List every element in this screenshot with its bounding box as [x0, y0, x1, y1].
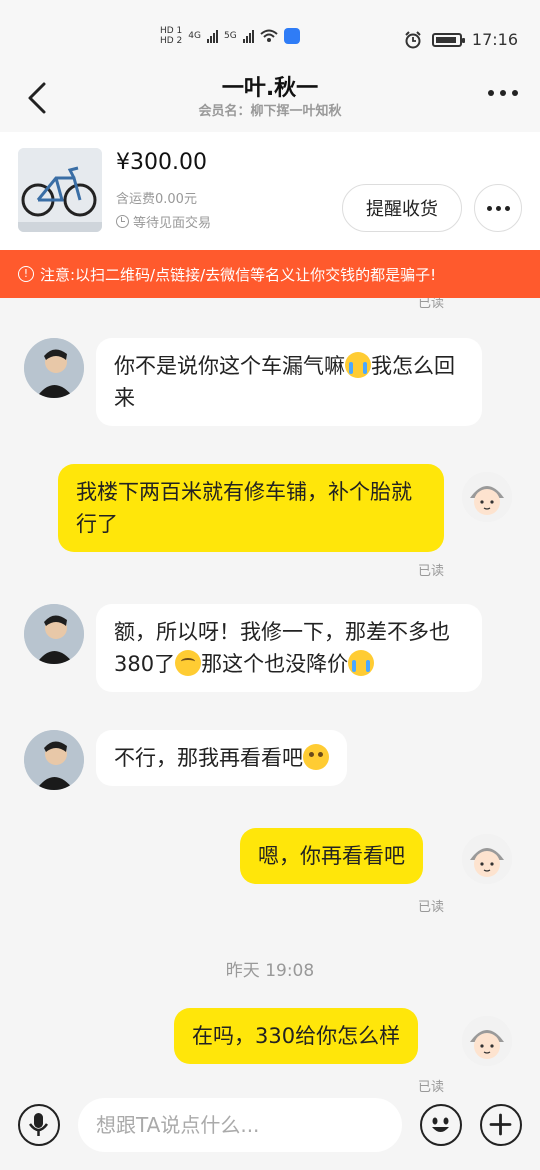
network-5g-label: 5G [224, 31, 237, 41]
contact-name: 一叶.秋一 [221, 76, 319, 101]
signal-icon [207, 29, 218, 43]
message-bubble-incoming[interactable]: 不行，那我再看看吧 [96, 730, 347, 786]
message-text: 嗯，你再看看吧 [258, 844, 405, 868]
battery-icon [431, 32, 465, 47]
message-input[interactable] [78, 1098, 402, 1152]
scam-warning-banner: ! 注意:以扫二维码/点链接/去微信等名义让你交钱的都是骗子! [0, 250, 540, 298]
message-text: 在吗，330给你怎么样 [192, 1024, 401, 1048]
trade-status-label: 等待见面交易 [133, 216, 212, 231]
add-attachment-button[interactable] [480, 1104, 522, 1146]
my-avatar[interactable] [462, 834, 512, 884]
clock-time: 17:16 [471, 30, 518, 49]
remind-receipt-button[interactable]: 提醒收货 [342, 184, 462, 232]
bicycle-image [18, 148, 102, 232]
plus-icon [489, 1113, 512, 1136]
read-receipt: 已读 [417, 900, 444, 915]
read-receipt: 已读 [417, 1080, 444, 1095]
eyeroll-emoji-icon [175, 650, 202, 676]
product-card[interactable]: ¥300.00 含运费0.00元 等待见面交易 提醒收货 [0, 132, 540, 250]
input-bar [0, 1098, 540, 1170]
warning-text: 注意:以扫二维码/点链接/去微信等名义让你交钱的都是骗子! [40, 265, 437, 284]
message-bubble-outgoing[interactable]: 嗯，你再看看吧 [240, 828, 423, 884]
crying-emoji-icon [348, 650, 375, 676]
hd-badge-2: HD 2 [160, 36, 183, 46]
hd-badge-1: HD 1 [160, 26, 183, 36]
product-price: ¥300.00 [116, 150, 207, 175]
warning-icon: ! [18, 266, 34, 282]
clock-icon [116, 215, 129, 228]
message-text: 我楼下两百米就有修车铺，补个胎就行了 [76, 480, 412, 536]
message-text: 你不是说你这个车漏气嘛 [114, 354, 345, 378]
read-receipt: 已读 [417, 564, 444, 579]
contact-avatar[interactable] [24, 338, 84, 398]
read-receipt: 已读 [417, 298, 444, 311]
my-avatar[interactable] [462, 1016, 512, 1066]
network-indicators: HD 1 HD 2 4G 5G [160, 26, 300, 46]
message-bubble-incoming[interactable]: 额，所以呀！我修一下，那差不多也380了 那这个也没降价 [96, 604, 482, 692]
chat-header: 一叶.秋一 会员名：柳下挥一叶知秋 [0, 64, 540, 132]
contact-avatar[interactable] [24, 604, 84, 664]
voice-input-button[interactable] [18, 1104, 60, 1146]
time-separator: 昨天 19:08 [225, 961, 315, 981]
more-options-icon[interactable] [488, 90, 518, 96]
network-4g-label: 4G [188, 31, 201, 41]
app-notification-icon [283, 28, 300, 44]
message-bubble-outgoing[interactable]: 我楼下两百米就有修车铺，补个胎就行了 [58, 464, 444, 552]
wifi-icon [260, 29, 278, 42]
message-list[interactable]: 已读 你不是说你这个车漏气嘛 我怎么回来 我楼下两百米就有修车铺，补个胎就行了 已… [0, 298, 540, 1098]
product-thumbnail[interactable] [18, 148, 102, 232]
message-text: 不行，那我再看看吧 [114, 746, 303, 770]
microphone-icon [28, 1113, 49, 1136]
product-more-button[interactable] [474, 184, 522, 232]
emoji-button[interactable] [420, 1104, 462, 1146]
member-name: 会员名：柳下挥一叶知秋 [198, 104, 342, 119]
shipping-info: 含运费0.00元 [116, 192, 197, 207]
contact-avatar[interactable] [24, 730, 84, 790]
message-bubble-outgoing[interactable]: 在吗，330给你怎么样 [174, 1008, 419, 1064]
status-bar: HD 1 HD 2 4G 5G 17:16 [0, 0, 540, 64]
flushed-emoji-icon [303, 744, 329, 770]
message-bubble-incoming[interactable]: 你不是说你这个车漏气嘛 我怎么回来 [96, 338, 482, 426]
alarm-icon [405, 30, 421, 48]
message-text: 那这个也没降价 [201, 652, 349, 676]
trade-status: 等待见面交易 [116, 212, 211, 231]
smiley-icon [432, 1117, 449, 1132]
my-avatar[interactable] [462, 472, 512, 522]
crying-emoji-icon [345, 352, 371, 378]
signal-icon-2 [242, 29, 254, 43]
